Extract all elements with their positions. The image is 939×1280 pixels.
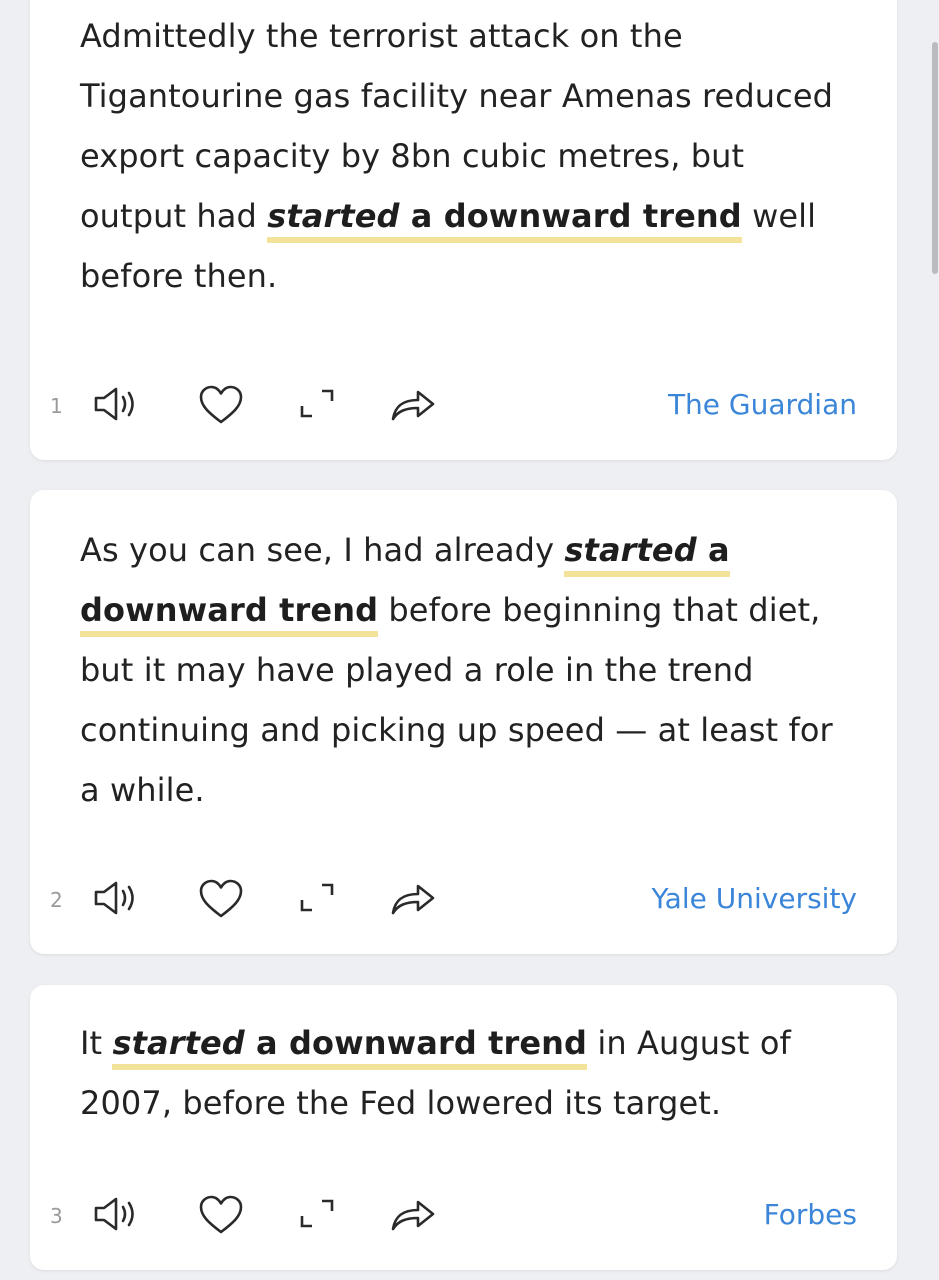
example-sentence: Admittedly the terrorist attack on the T… — [80, 6, 840, 306]
example-card: As you can see, I had already started a … — [30, 490, 897, 954]
expand-icon[interactable] — [292, 382, 342, 428]
example-number: 3 — [50, 1204, 63, 1228]
source-link[interactable]: Forbes — [764, 1198, 857, 1231]
example-card: Admittedly the terrorist attack on the T… — [30, 0, 897, 460]
keyword-highlight: a downward trend — [256, 1024, 588, 1070]
speaker-icon[interactable] — [92, 382, 142, 428]
example-number: 1 — [50, 394, 63, 418]
heart-icon[interactable] — [196, 382, 246, 428]
keyword-highlight: a downward trend — [410, 197, 742, 243]
example-sentence: It started a downward trend in August of… — [80, 1013, 840, 1133]
keyword-highlight — [244, 1024, 257, 1070]
results-page: Admittedly the terrorist attack on the T… — [0, 0, 939, 1280]
example-sentence: As you can see, I had already started a … — [80, 520, 840, 820]
share-icon[interactable] — [388, 382, 438, 428]
speaker-icon[interactable] — [92, 1192, 142, 1238]
heart-icon[interactable] — [196, 876, 246, 922]
example-card: It started a downward trend in August of… — [30, 985, 897, 1270]
sentence-text: As you can see, I had already — [80, 531, 565, 569]
expand-icon[interactable] — [292, 1192, 342, 1238]
share-icon[interactable] — [388, 876, 438, 922]
scrollbar[interactable] — [932, 42, 938, 274]
speaker-icon[interactable] — [92, 876, 142, 922]
card-actions: 1 The Guardian — [30, 376, 897, 436]
card-actions: 3 Forbes — [30, 1186, 897, 1246]
share-icon[interactable] — [388, 1192, 438, 1238]
keyword-highlight: started — [112, 1024, 245, 1070]
heart-icon[interactable] — [196, 1192, 246, 1238]
keyword-highlight — [399, 197, 411, 243]
sentence-text: It — [80, 1024, 113, 1062]
source-link[interactable]: The Guardian — [668, 388, 857, 421]
source-link[interactable]: Yale University — [651, 882, 857, 915]
example-number: 2 — [50, 888, 63, 912]
keyword-highlight: started — [564, 531, 697, 577]
card-actions: 2 Yale University — [30, 870, 897, 930]
expand-icon[interactable] — [292, 876, 342, 922]
keyword-highlight: started — [267, 197, 400, 243]
keyword-highlight — [696, 531, 708, 577]
